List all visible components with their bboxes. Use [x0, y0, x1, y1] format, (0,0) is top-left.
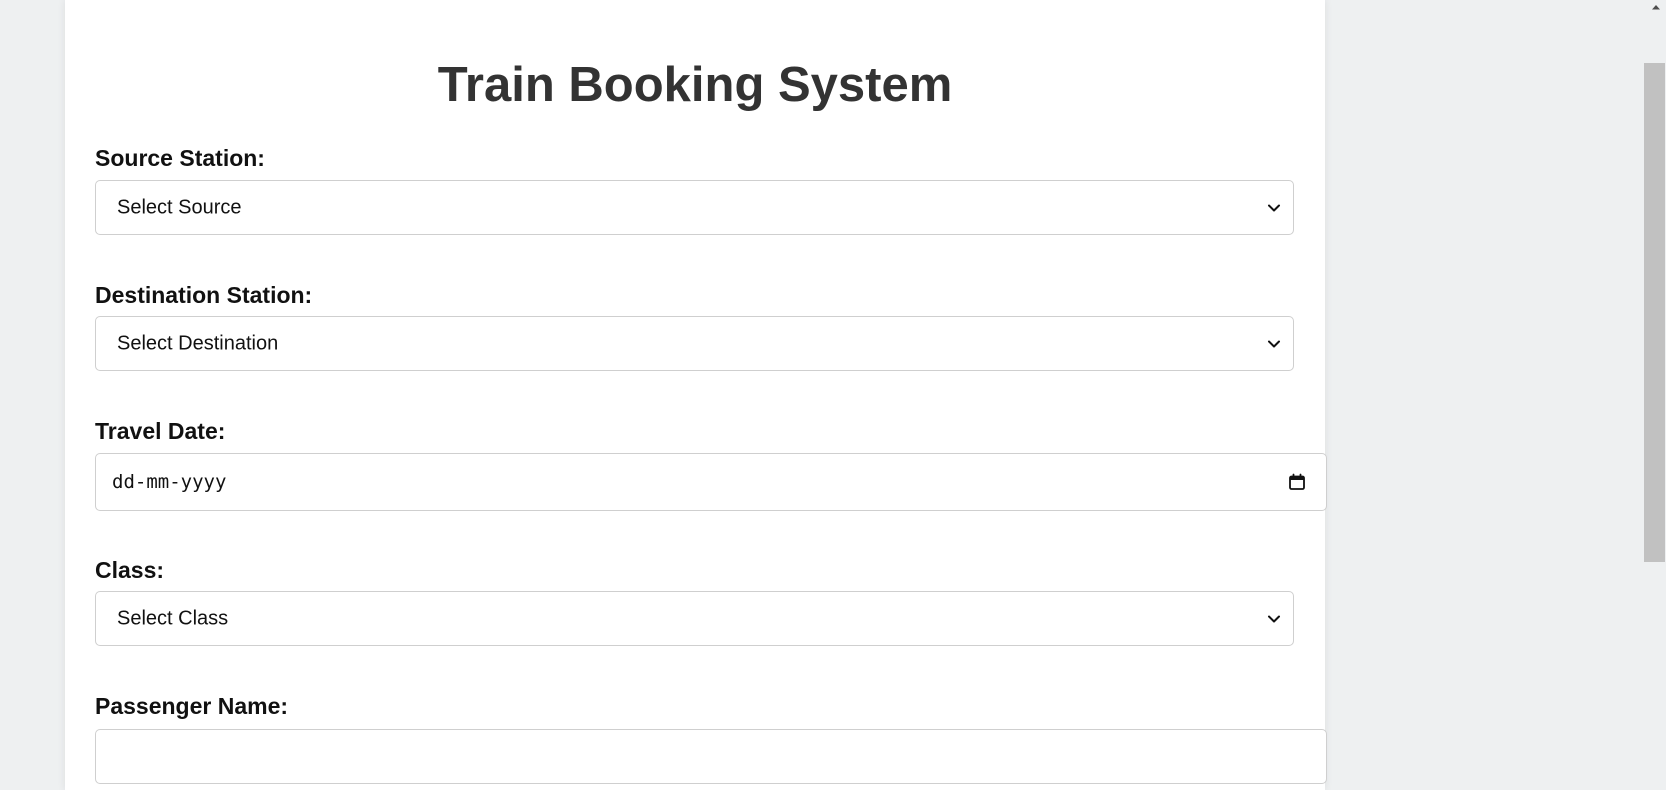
- source-station-select[interactable]: Select Source: [95, 180, 1294, 235]
- travel-date-input[interactable]: dd-mm-yyyy: [95, 453, 1327, 511]
- passenger-name-input[interactable]: [95, 729, 1327, 784]
- source-station-label: Source Station:: [95, 145, 265, 171]
- chevron-down-icon: [1268, 204, 1280, 211]
- chevron-down-icon: [1268, 615, 1280, 622]
- class-select[interactable]: Select Class: [95, 591, 1294, 646]
- page-title: Train Booking System: [437, 58, 953, 112]
- calendar-icon[interactable]: [1288, 473, 1306, 491]
- destination-station-selected-value: Select Destination: [117, 332, 279, 354]
- class-selected-value: Select Class: [117, 607, 229, 629]
- booking-form-card: Train Booking System Source Station: Sel…: [65, 0, 1327, 790]
- arrow-up-icon[interactable]: [1646, 0, 1666, 16]
- scrollbar-thumb[interactable]: [1644, 63, 1665, 562]
- passenger-name-label: Passenger Name:: [95, 693, 289, 719]
- destination-station-label: Destination Station:: [95, 282, 313, 308]
- travel-date-placeholder: dd-mm-yyyy: [112, 471, 227, 493]
- class-label: Class:: [95, 557, 165, 583]
- chevron-down-icon: [1268, 340, 1280, 347]
- travel-date-label: Travel Date:: [95, 418, 226, 444]
- destination-station-select[interactable]: Select Destination: [95, 316, 1294, 371]
- source-station-selected-value: Select Source: [117, 196, 242, 218]
